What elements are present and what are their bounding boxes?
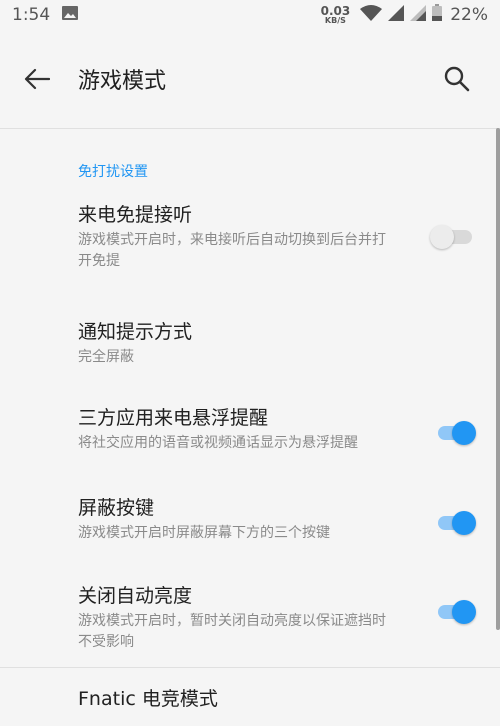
app-bar: 游戏模式: [0, 30, 500, 128]
setting-title: 来电免提接听: [78, 204, 193, 226]
net-speed: 0.03 KB/S: [321, 5, 351, 25]
toggle-knob: [430, 225, 454, 249]
section-divider: [0, 667, 500, 668]
signal-2-icon: [410, 4, 427, 26]
settings-list: 免打扰设置 来电免提接听 游戏模式开启时，来电接听后自动切换到后台并打开免提 通…: [0, 129, 500, 726]
setting-subtitle: 将社交应用的语音或视频通话显示为悬浮提醒: [78, 435, 358, 451]
setting-title: 三方应用来电悬浮提醒: [78, 407, 269, 429]
image-icon: [62, 5, 79, 25]
setting-handsfree-answer[interactable]: 来电免提接听 游戏模式开启时，来电接听后自动切换到后台并打开免提: [0, 202, 500, 289]
setting-title: 通知提示方式: [78, 321, 193, 343]
setting-fnatic-mode[interactable]: Fnatic 电竞模式: [0, 686, 500, 726]
status-bar: 1:54 0.03 KB/S 22%: [0, 0, 500, 30]
auto-brightness-toggle[interactable]: [434, 597, 478, 625]
signal-icon: [388, 4, 405, 26]
setting-title: 屏蔽按键: [78, 497, 155, 519]
setting-notification-method[interactable]: 通知提示方式 完全屏蔽: [0, 319, 500, 383]
block-keys-toggle[interactable]: [434, 508, 478, 536]
battery-percent: 22%: [450, 5, 488, 25]
battery-icon: [432, 4, 443, 26]
floating-alert-toggle[interactable]: [434, 418, 478, 446]
net-speed-unit: KB/S: [324, 16, 346, 25]
handsfree-toggle[interactable]: [430, 222, 478, 250]
setting-subtitle: 游戏模式开启时屏蔽屏幕下方的三个按键: [78, 525, 330, 541]
setting-title: 关闭自动亮度: [78, 585, 193, 607]
status-time: 1:54: [12, 5, 51, 25]
arrow-left-icon[interactable]: [24, 65, 52, 93]
setting-floating-call-alert[interactable]: 三方应用来电悬浮提醒 将社交应用的语音或视频通话显示为悬浮提醒: [0, 405, 500, 469]
toggle-knob: [452, 511, 476, 535]
section-header: 免打扰设置: [78, 164, 148, 180]
page-title: 游戏模式: [78, 69, 167, 94]
wifi-icon: [360, 4, 383, 26]
setting-disable-auto-brightness[interactable]: 关闭自动亮度 游戏模式开启时，暂时关闭自动亮度以保证遮挡时不受影响: [0, 583, 500, 653]
toggle-knob: [452, 421, 476, 445]
setting-block-keys[interactable]: 屏蔽按键 游戏模式开启时屏蔽屏幕下方的三个按键: [0, 495, 500, 559]
setting-title: Fnatic 电竞模式: [78, 688, 218, 710]
toggle-knob: [452, 600, 476, 624]
setting-subtitle: 游戏模式开启时，暂时关闭自动亮度以保证遮挡时不受影响: [78, 613, 386, 650]
setting-subtitle: 完全屏蔽: [78, 349, 134, 365]
search-icon[interactable]: [442, 64, 472, 94]
setting-subtitle: 游戏模式开启时，来电接听后自动切换到后台并打开免提: [78, 232, 386, 269]
scrollbar[interactable]: [496, 128, 500, 630]
